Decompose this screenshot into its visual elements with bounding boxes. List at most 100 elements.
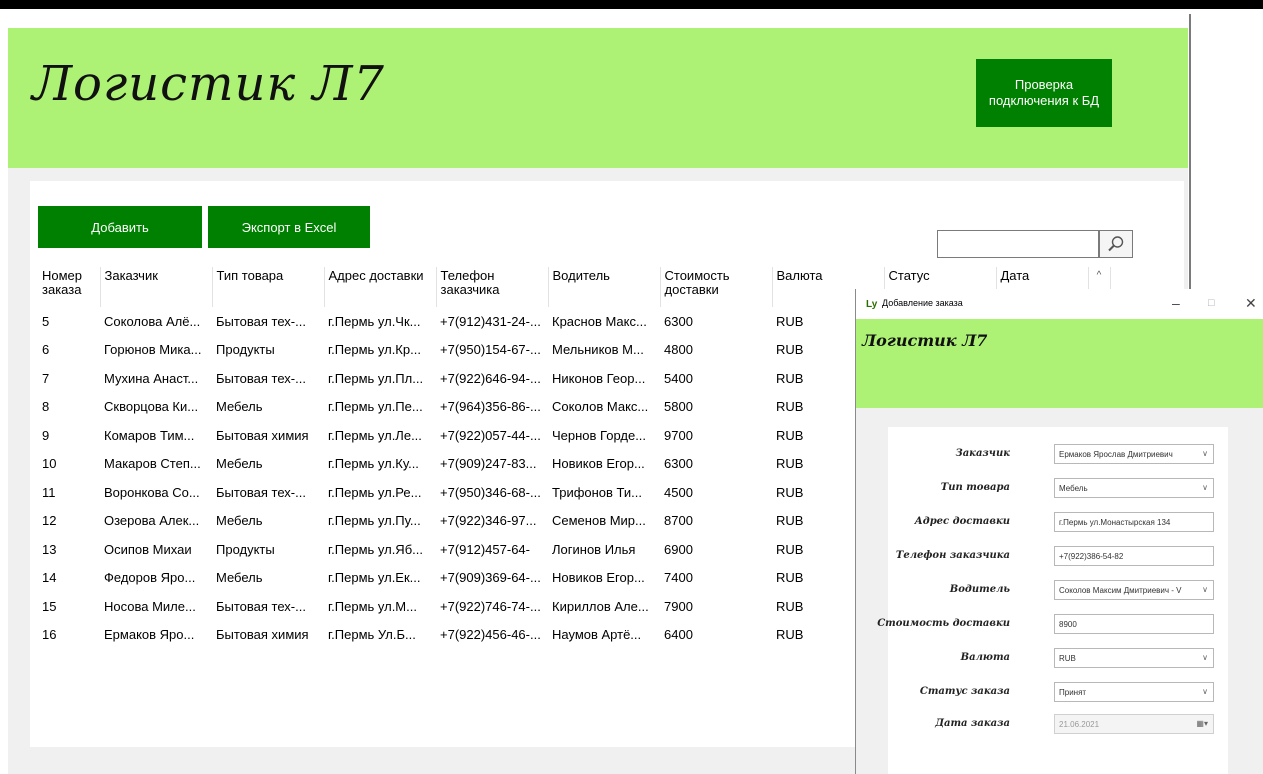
customer-select[interactable]: Ермаков Ярослав Дмитриевич ∨ [1054,444,1214,464]
chevron-down-icon: ∨ [1202,585,1208,594]
cell-product-type: Бытовая тех-... [216,484,306,500]
cell-order-number: 9 [42,427,50,443]
cell-cost: 7900 [664,598,693,614]
add-button[interactable]: Добавить [38,206,202,248]
cell-driver: Семенов Мир... [552,513,646,529]
cell-customer: Ермаков Яро... [104,627,195,643]
cell-customer: Комаров Тим... [104,427,195,443]
date-picker[interactable]: 21.06.2021 ▦▾ [1054,714,1214,734]
label-product-type: Тип товара [940,482,1010,493]
date-value: 21.06.2021 [1059,719,1100,729]
close-icon[interactable]: ✕ [1245,295,1257,312]
cell-phone: +7(950)154-67-... [440,342,541,358]
db-check-button[interactable]: Проверка подключения к БД [976,59,1112,127]
cell-order-number: 5 [42,313,50,329]
cell-address: г.Пермь ул.М... [328,598,417,614]
product-type-value: Мебель [1059,483,1088,493]
col-header-cost[interactable]: Стоимость доставки [660,267,773,307]
cell-driver: Логинов Илья [552,541,636,557]
calendar-icon: ▦▾ [1196,719,1208,728]
label-status: Статус заказа [919,686,1010,697]
col-header-order-number[interactable]: Номер заказа [38,267,101,307]
cell-customer: Макаров Степ... [104,456,201,472]
cell-order-number: 12 [42,513,57,529]
cell-driver: Соколов Макс... [552,399,649,415]
cost-input[interactable]: 8900 [1054,614,1214,634]
status-select[interactable]: Принят ∨ [1054,682,1214,702]
chevron-down-icon: ∨ [1202,483,1208,492]
cell-cost: 8700 [664,513,693,529]
cell-customer: Федоров Яро... [104,570,196,586]
cell-driver: Наумов Артё... [552,627,642,643]
cell-product-type: Бытовая тех-... [216,313,306,329]
cell-cost: 6400 [664,627,693,643]
search-button[interactable] [1099,230,1133,258]
label-address: Адрес доставки [914,516,1010,527]
dialog-header: Логистик Л7 [856,319,1263,408]
currency-select[interactable]: RUB ∨ [1054,648,1214,668]
cell-address: г.Пермь ул.Пл... [328,370,424,386]
col-header-customer[interactable]: Заказчик [100,267,213,307]
search-input[interactable] [937,230,1099,258]
label-currency: Валюта [960,652,1010,663]
col-header-driver[interactable]: Водитель [548,267,661,307]
cell-cost: 4500 [664,484,693,500]
cell-driver: Новиков Егор... [552,570,645,586]
cell-address: г.Пермь ул.Чк... [328,313,421,329]
app-title: Логистик Л7 [32,56,385,112]
phone-input[interactable]: +7(922)386-54-82 [1054,546,1214,566]
cell-phone: +7(922)057-44-... [440,427,541,443]
address-input[interactable]: г.Пермь ул.Монастырская 134 [1054,512,1214,532]
label-cost: Стоимость доставки [877,618,1010,629]
cell-phone: +7(950)346-68-... [440,484,541,500]
cell-order-number: 10 [42,456,57,472]
cell-address: г.Пермь ул.Кр... [328,342,421,358]
cell-customer: Скворцова Ки... [104,399,199,415]
chevron-down-icon: ∨ [1202,653,1208,662]
cell-order-number: 8 [42,399,50,415]
cell-driver: Мельников М... [552,342,644,358]
minimize-icon[interactable]: – [1172,295,1180,311]
cell-phone: +7(909)369-64-... [440,570,541,586]
cell-customer: Осипов Михаи [104,541,192,557]
cell-order-number: 15 [42,598,57,614]
cell-customer: Мухина Анаст... [104,370,199,386]
cell-driver: Никонов Геор... [552,370,646,386]
cell-customer: Соколова Алё... [104,313,201,329]
col-header-address[interactable]: Адрес доставки [324,267,437,307]
chevron-down-icon: ∨ [1202,449,1208,458]
export-excel-button[interactable]: Экспорт в Excel [208,206,370,248]
customer-value: Ермаков Ярослав Дмитриевич [1059,449,1173,459]
cell-phone: +7(922)346-97... [440,513,537,529]
cell-customer: Горюнов Мика... [104,342,202,358]
cell-driver: Новиков Егор... [552,456,645,472]
cell-phone: +7(922)456-46-... [440,627,541,643]
label-phone: Телефон заказчика [895,550,1010,561]
add-order-dialog: Ly Добавление заказа – □ ✕ Логистик Л7 З… [855,289,1263,774]
cell-order-number: 11 [42,484,56,500]
cell-address: г.Пермь Ул.Б... [328,627,416,643]
cell-address: г.Пермь ул.Ле... [328,427,422,443]
cell-phone: +7(922)646-94-... [440,370,541,386]
dialog-titlebar: Ly Добавление заказа – □ ✕ [856,289,1263,319]
cell-order-number: 13 [42,541,57,557]
chevron-down-icon: ∨ [1202,687,1208,696]
col-header-product-type[interactable]: Тип товара [212,267,325,307]
cell-product-type: Продукты [216,342,275,358]
label-driver: Водитель [949,584,1010,595]
maximize-icon[interactable]: □ [1208,297,1215,309]
cell-product-type: Бытовая химия [216,627,309,643]
cell-product-type: Бытовая химия [216,427,309,443]
col-header-phone[interactable]: Телефон заказчика [436,267,549,307]
cell-customer: Носова Миле... [104,598,196,614]
cell-product-type: Бытовая тех-... [216,370,306,386]
cell-phone: +7(912)457-64- [440,541,530,557]
cell-cost: 5800 [664,399,693,415]
cell-address: г.Пермь ул.Яб... [328,541,423,557]
driver-select[interactable]: Соколов Максим Дмитриевич - V ∨ [1054,580,1214,600]
status-value: Принят [1059,687,1087,697]
cell-address: г.Пермь ул.Ре... [328,484,422,500]
cell-cost: 6300 [664,456,693,472]
cell-phone: +7(964)356-86-... [440,399,541,415]
product-type-select[interactable]: Мебель ∨ [1054,478,1214,498]
